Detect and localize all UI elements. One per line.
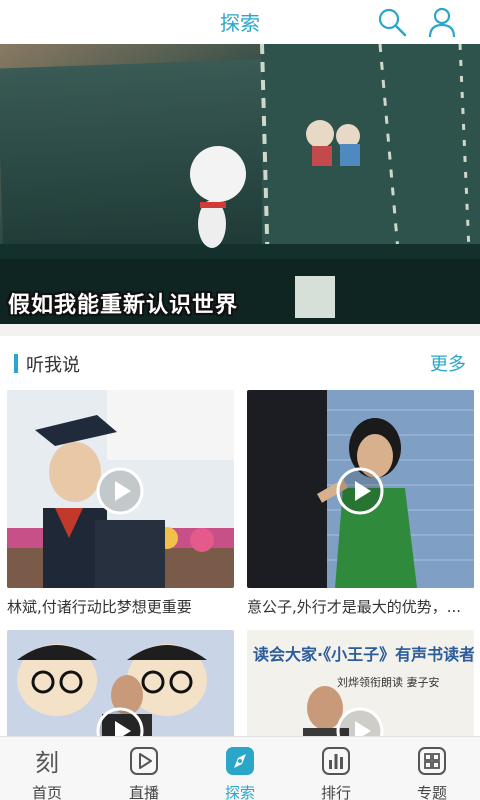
video-title: 林斌,付诸行动比梦想更重要 — [7, 598, 192, 616]
app-root: 探索 假如我能重新认识世界 听我说 更多 林斌,付诸行动比梦想更重要 意公子,外… — [0, 0, 480, 800]
video-card-1[interactable]: 林斌,付诸行动比梦想更重要 — [7, 390, 234, 616]
banner-image — [0, 44, 480, 324]
svg-text:刻: 刻 — [35, 749, 59, 777]
tab-label: 专题 — [416, 784, 447, 800]
svg-text:刘烨领衔朗读 妻子安: 刘烨领衔朗读 妻子安 — [337, 675, 440, 689]
tab-topics[interactable]: 专题 — [392, 737, 472, 800]
play-icon — [96, 467, 144, 515]
ke-logo-icon: 刻 — [35, 749, 59, 777]
user-icon[interactable] — [426, 6, 458, 38]
tab-explore[interactable]: 探索 — [200, 737, 280, 800]
play-icon — [130, 747, 158, 775]
bottom-tab-bar: 刻 首页 直播 探索 排行 专题 — [0, 736, 480, 800]
banner-caption: 假如我能重新认识世界 — [8, 292, 239, 318]
section-title: 听我说 — [26, 355, 80, 376]
video-title: 意公子,外行才是最大的优势，... — [247, 598, 462, 616]
more-link[interactable]: 更多 — [430, 350, 466, 376]
video-thumbnail — [247, 390, 474, 588]
grid-icon — [418, 747, 446, 775]
video-card-2[interactable]: 意公子,外行才是最大的优势，... — [247, 390, 474, 616]
video-thumbnail — [7, 390, 234, 588]
svg-text:读会大家·《小王子》有声书读者见: 读会大家·《小王子》有声书读者见 — [253, 645, 474, 664]
tab-ranking[interactable]: 排行 — [296, 737, 376, 800]
tab-label: 直播 — [128, 784, 159, 800]
tab-label: 首页 — [31, 784, 62, 800]
compass-icon — [226, 747, 254, 775]
tab-label: 探索 — [224, 784, 255, 800]
play-icon — [336, 467, 384, 515]
tab-home[interactable]: 刻 首页 — [7, 737, 87, 800]
page-title: 探索 — [220, 11, 260, 35]
section-header: 听我说 更多 — [0, 336, 480, 390]
search-icon[interactable] — [376, 6, 408, 38]
listen-section: 听我说 更多 林斌,付诸行动比梦想更重要 意公子,外行才是最大的优势，... 读… — [0, 336, 480, 800]
tab-live[interactable]: 直播 — [104, 737, 184, 800]
top-bar: 探索 — [0, 0, 480, 44]
ranking-icon — [322, 747, 350, 775]
tab-label: 排行 — [320, 784, 351, 800]
hero-banner[interactable]: 假如我能重新认识世界 — [0, 44, 480, 324]
section-accent-bar — [14, 354, 18, 373]
